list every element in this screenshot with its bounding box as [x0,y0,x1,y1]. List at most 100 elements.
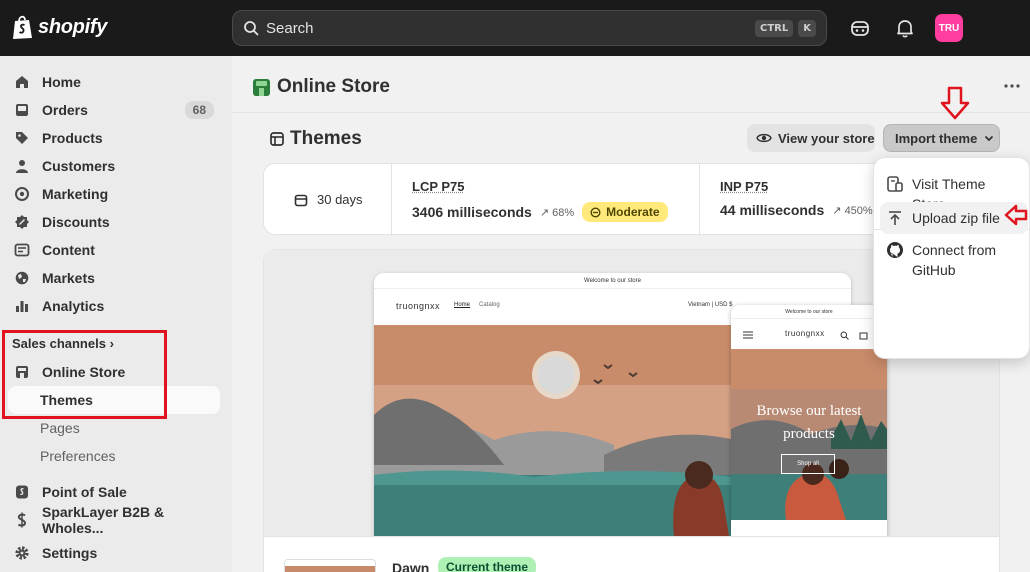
mobile-preview: Welcome to our store truongnxx Browse ou… [731,305,887,536]
metric-divider [699,164,700,236]
sidebar-item-analytics[interactable]: Analytics [8,292,220,320]
theme-store-icon [886,175,904,193]
lcp-value: 3406 milliseconds [412,204,532,220]
sidebar-item-label: Settings [42,545,97,561]
sidebar-item-label: Markets [42,270,95,286]
hamburger-menu-icon [743,331,753,339]
locale-selector: Vietnam | USD $ [688,302,732,308]
shortcut-ctrl: CTRL [755,20,793,37]
content-icon [14,242,30,258]
status-badge: Moderate [582,202,667,222]
sidebar-item-home[interactable]: Home [8,68,220,96]
orders-count-badge: 68 [185,101,214,119]
sidebar-item-customers[interactable]: Customers [8,152,220,180]
sidebar-item-label: Discounts [42,214,110,230]
mobile-announcement-bar: Welcome to our store [731,305,887,319]
search-bar[interactable]: Search CTRL K [232,10,827,46]
lcp-percent: ↗ 68% [540,206,574,219]
announcement-bar: Welcome to our store [374,273,851,289]
menu-item-connect-github[interactable]: Connect from GitHub [880,234,1028,286]
app-icon [14,512,30,528]
lcp-metric: 3406 milliseconds ↗ 68% Moderate [412,202,668,222]
current-theme-row: Dawn Current theme [264,536,999,572]
search-icon [243,20,260,37]
sidekick-icon[interactable] [849,17,871,39]
calendar-icon [294,193,308,207]
sidebar-item-sparklayer[interactable]: SparkLayer B2B & Wholes... [8,506,220,534]
performance-metrics-card: 30 days LCP P75 3406 milliseconds ↗ 68% … [263,163,903,235]
arrow-down-annotation-icon [940,86,970,120]
themes-section-title: Themes [270,128,362,150]
import-theme-label: Import theme [895,131,977,146]
eye-icon [756,130,772,146]
user-avatar[interactable]: TRU [935,14,963,42]
metric-divider [391,164,392,236]
shopify-logo[interactable]: shopify [12,14,107,40]
tag-icon [14,130,30,146]
theme-thumbnail [284,559,376,572]
sidebar-item-preferences[interactable]: Preferences [8,442,220,470]
import-theme-button[interactable]: Import theme [883,124,1000,152]
github-icon [886,241,904,259]
sidebar-item-label: Orders [42,102,88,118]
sidebar-item-label: Products [42,130,103,146]
page-title: Online Store [252,76,390,98]
chevron-down-icon [983,132,995,144]
gear-icon [14,545,30,561]
header-divider [232,112,1030,113]
mobile-store-name: truongnxx [785,329,825,338]
arrow-left-annotation-icon [1004,204,1028,226]
cart-icon [859,331,868,340]
sidebar: Home Orders 68 Products Customers Market… [0,56,232,572]
sidebar-item-label: Point of Sale [42,484,127,500]
bell-icon[interactable] [894,17,916,39]
moderate-status-icon [590,207,601,218]
sidebar-item-label: Home [42,74,81,90]
sidebar-item-orders[interactable]: Orders 68 [8,96,220,124]
home-icon [14,74,30,90]
current-theme-badge: Current theme [438,557,536,572]
theme-icon [270,132,284,146]
online-store-app-icon [252,78,271,97]
sidebar-item-point-of-sale[interactable]: Point of Sale [8,478,220,506]
sidebar-item-markets[interactable]: Markets [8,264,220,292]
more-options-icon[interactable] [1003,78,1021,94]
sidebar-item-content[interactable]: Content [8,236,220,264]
sidebar-item-products[interactable]: Products [8,124,220,152]
lcp-percent-value: 68% [552,207,574,219]
page-title-text: Online Store [277,76,390,98]
store-name: truongnxx [396,301,440,311]
lcp-label[interactable]: LCP P75 [412,179,465,194]
sidebar-item-label: Customers [42,158,115,174]
pos-icon [14,484,30,500]
sidebar-item-label: Analytics [42,298,104,314]
import-theme-menu: Visit Theme Store Upload zip file Connec… [873,157,1030,359]
person-icon [14,158,30,174]
search-placeholder: Search [266,20,750,37]
shopify-bag-icon [12,14,33,40]
period-label: 30 days [317,192,363,207]
sidebar-item-label: Content [42,242,95,258]
inp-value: 44 milliseconds [720,202,824,218]
bar-chart-icon [14,298,30,314]
top-bar: shopify Search CTRL K TRU [0,0,1030,56]
sidebar-item-label: Marketing [42,186,108,202]
menu-item-label: Connect from GitHub [912,240,1022,280]
inp-percent: ↗ 450% [832,204,872,217]
nav-home: Home [454,302,470,308]
sidebar-item-discounts[interactable]: Discounts [8,208,220,236]
shop-all-button: Shop all [781,454,835,474]
hero-headline: Browse our latest products [731,400,887,446]
themes-title-text: Themes [290,128,362,150]
view-store-button[interactable]: View your store [747,124,875,152]
inp-label[interactable]: INP P75 [720,179,768,194]
discount-icon [14,214,30,230]
search-icon [840,331,849,340]
sidebar-item-marketing[interactable]: Marketing [8,180,220,208]
view-store-label: View your store [778,131,875,146]
sidebar-item-settings[interactable]: Settings [8,539,220,567]
sidebar-item-label: SparkLayer B2B & Wholes... [42,504,220,536]
period-selector[interactable]: 30 days [294,192,363,207]
menu-item-label: Upload zip file [912,208,1000,228]
status-badge-text: Moderate [606,205,659,219]
